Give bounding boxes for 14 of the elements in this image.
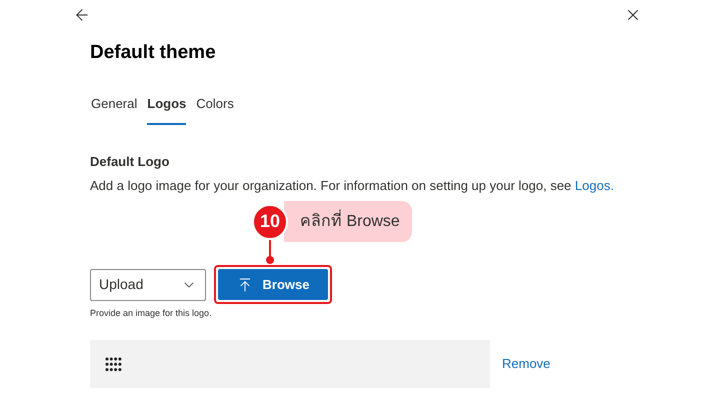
source-dropdown[interactable]: Upload — [90, 268, 206, 300]
logos-link[interactable]: Logos. — [574, 178, 614, 193]
browse-button[interactable]: Browse — [218, 269, 328, 300]
step-badge: 10 — [252, 204, 288, 240]
tab[interactable]: Logos — [147, 94, 186, 125]
tab[interactable]: General — [91, 94, 138, 125]
helper-text: Provide an image for this logo. — [90, 307, 213, 319]
page-title: Default theme — [90, 41, 217, 65]
remove-link[interactable]: Remove — [502, 354, 550, 374]
callout-label: คลิกที่ Browse — [284, 201, 412, 242]
tab[interactable]: Colors — [196, 94, 234, 125]
section-heading: Default Logo — [90, 153, 170, 171]
drag-handle-icon[interactable] — [105, 356, 122, 372]
section-description: Add a logo image for your organization. For information on setting up your logo, see Logos. — [90, 177, 615, 195]
